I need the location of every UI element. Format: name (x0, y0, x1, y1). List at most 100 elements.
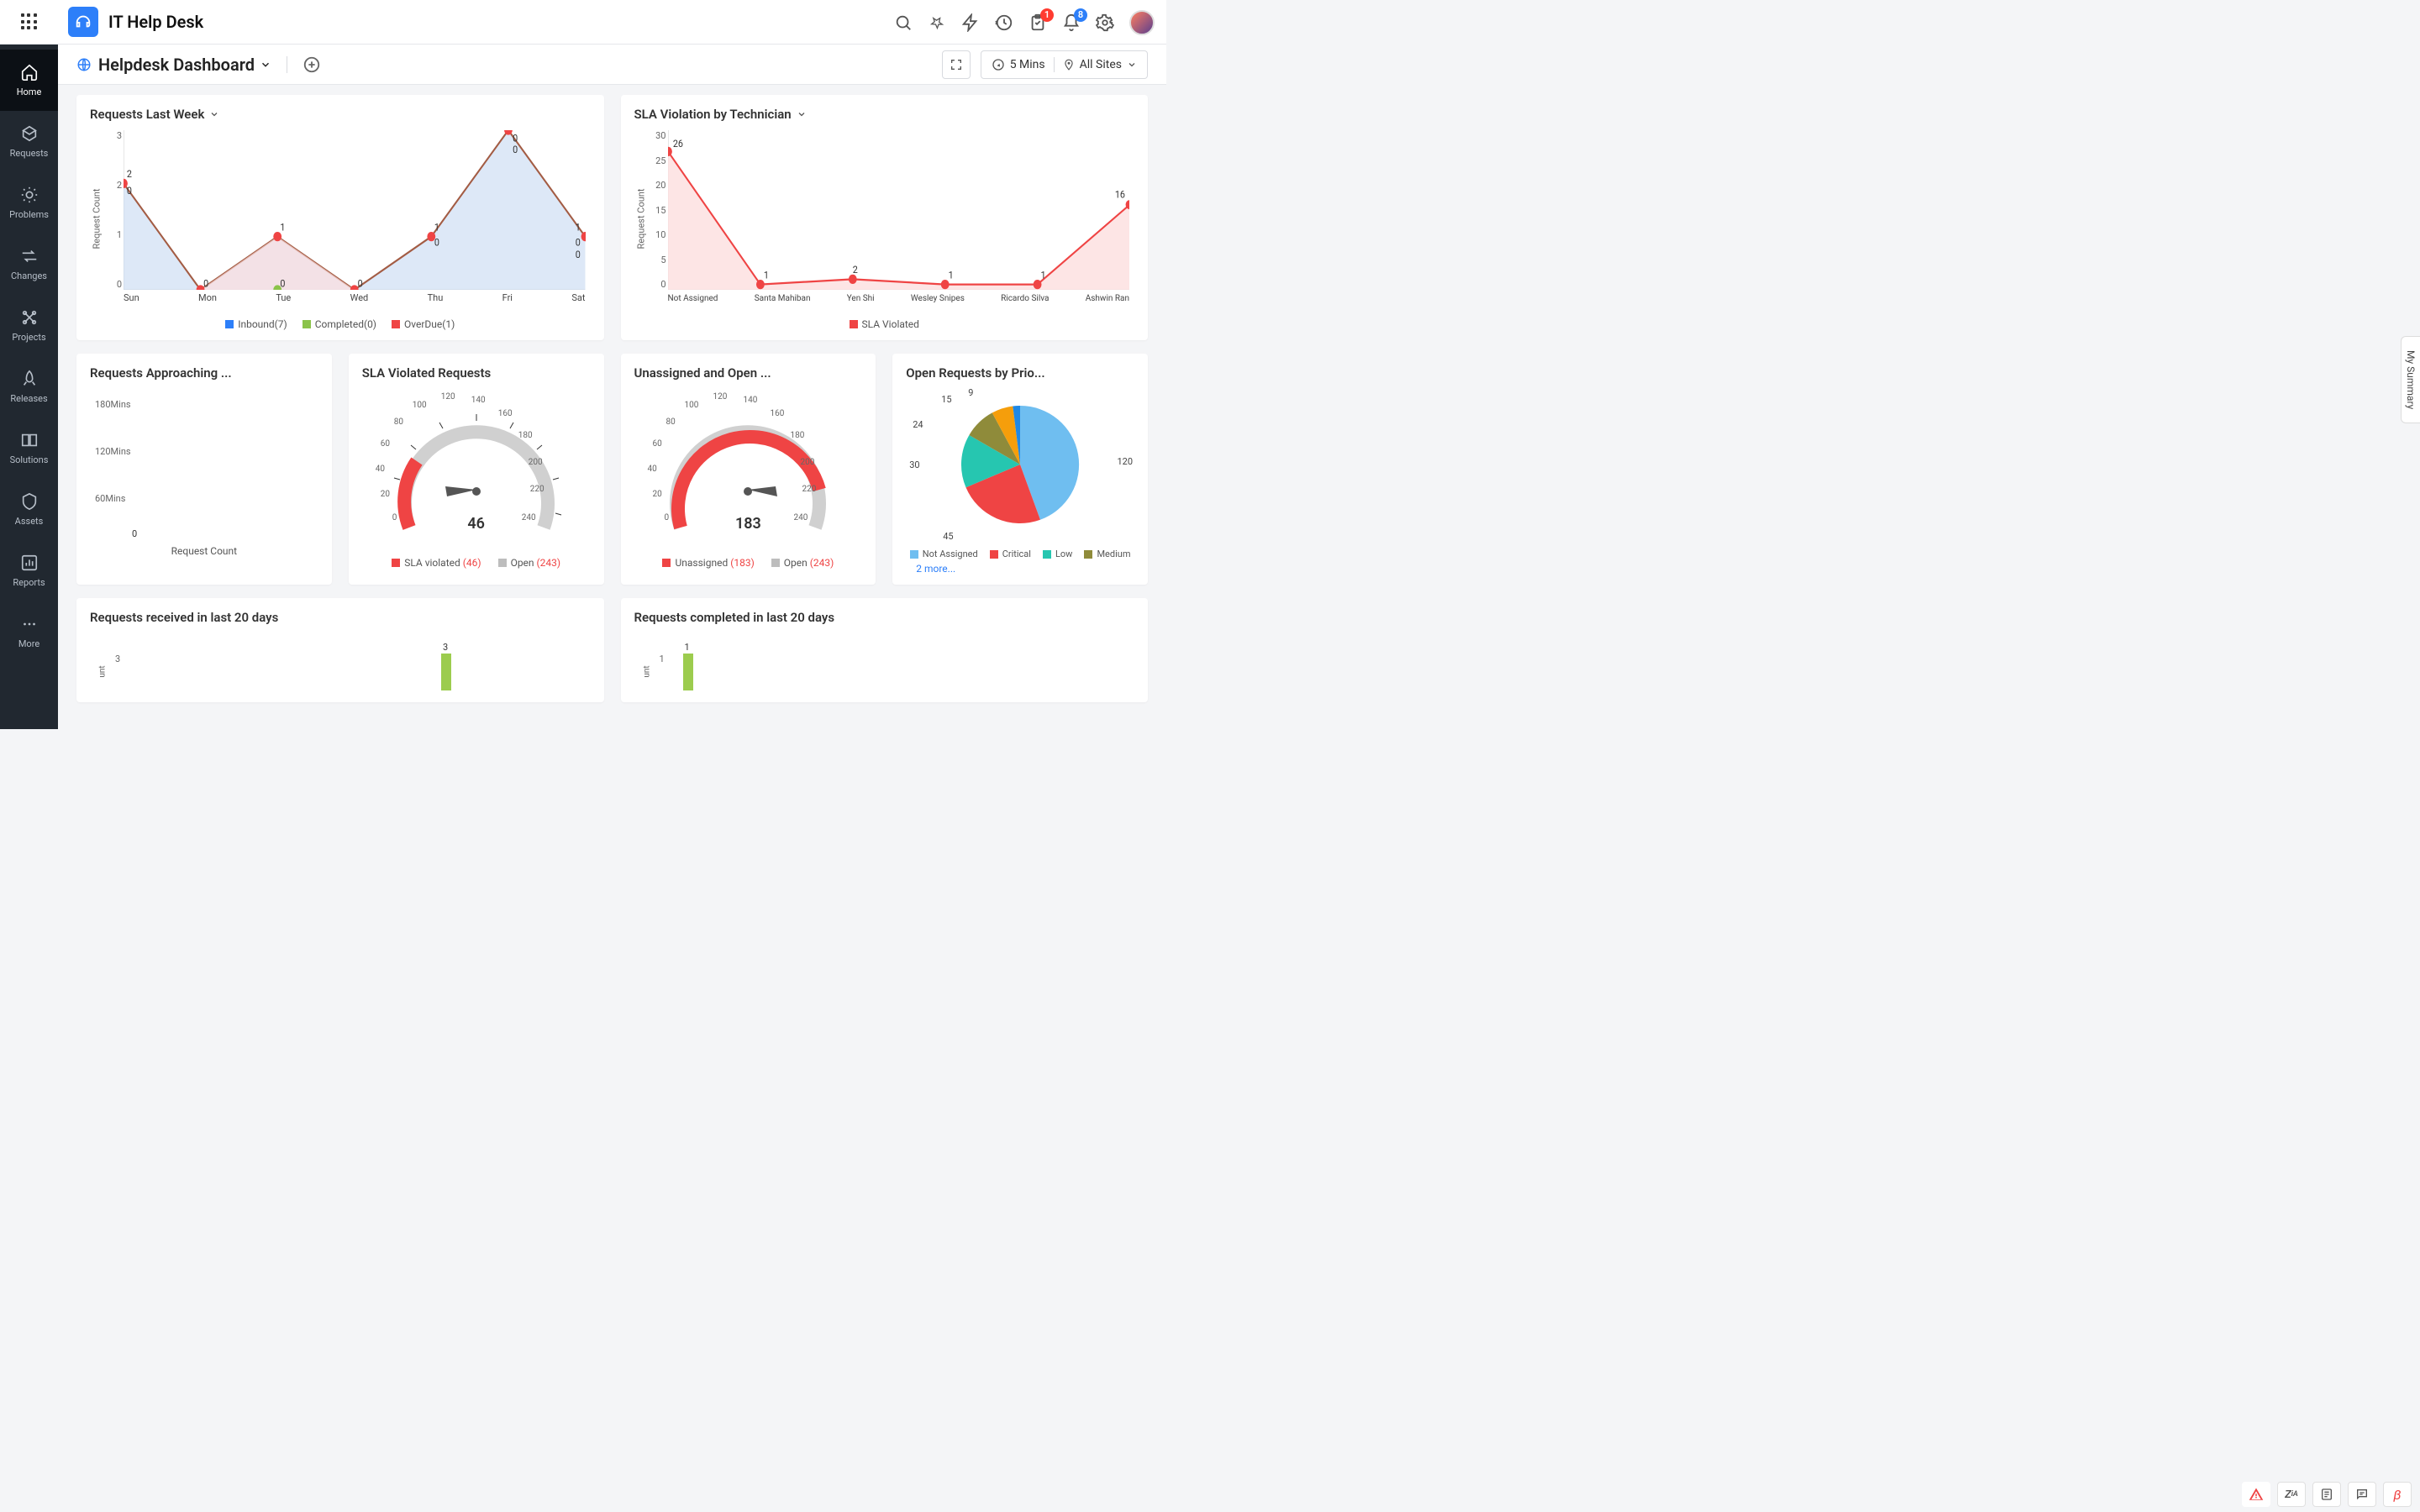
sidenav: Home Requests Problems Changes Projects … (0, 45, 58, 729)
svg-text:0: 0 (127, 184, 132, 197)
app-title: IT Help Desk (108, 12, 203, 32)
y-axis-label: Request Count (635, 188, 646, 249)
card-title: Unassigned and Open ... (634, 365, 863, 381)
y-ticks: 3210 (108, 130, 122, 290)
gauge-sla: 020406080100120140160180200220240 46 (362, 381, 591, 557)
sidebar-label-releases: Releases (10, 393, 47, 404)
sidebar-item-home[interactable]: Home (0, 50, 58, 111)
chart-approaching: 180Mins 120Mins 60Mins 0 Request Count (90, 381, 318, 557)
sidebar-item-reports[interactable]: Reports (0, 540, 58, 601)
card-title-selector[interactable]: Requests Last Week (90, 107, 591, 122)
chevron-down-icon (797, 109, 807, 119)
divider (1054, 57, 1055, 72)
fullscreen-button[interactable] (942, 50, 971, 79)
search-icon[interactable] (894, 13, 913, 32)
card-title: Open Requests by Prio... (906, 365, 1134, 381)
notes-icon[interactable] (2312, 1482, 2341, 1507)
card-unassigned-gauge: Unassigned and Open ... 0204060801001201… (621, 354, 876, 585)
chevron-down-icon (209, 109, 219, 119)
alert-icon[interactable] (2242, 1482, 2270, 1507)
gauge-legend: SLA violated (46) Open (243) (362, 557, 591, 569)
clipboard-badge: 1 (1040, 8, 1054, 22)
sidebar-label-changes: Changes (11, 270, 47, 281)
sidebar-label-solutions: Solutions (10, 454, 49, 465)
y-axis-label: Request Count (92, 188, 103, 249)
svg-text:0: 0 (576, 248, 581, 260)
globe-icon (76, 57, 92, 72)
chevron-down-icon (260, 59, 271, 71)
pin-icon[interactable] (928, 13, 946, 32)
svg-text:1: 1 (434, 221, 439, 234)
card-title: Requests Approaching ... (90, 365, 318, 381)
sidebar-label-problems: Problems (9, 209, 49, 220)
card-completed-20d: Requests completed in last 20 days 1 1 u… (621, 598, 1149, 702)
sidebar-item-projects[interactable]: Projects (0, 295, 58, 356)
sidebar-item-requests[interactable]: Requests (0, 111, 58, 172)
avatar[interactable] (1129, 10, 1155, 35)
card-title-selector[interactable]: SLA Violation by Technician (634, 107, 1135, 122)
bell-badge: 8 (1074, 8, 1087, 22)
chat-icon[interactable] (2348, 1482, 2376, 1507)
sidebar-item-solutions[interactable]: Solutions (0, 417, 58, 479)
pie-legend-more[interactable]: 2 more... (906, 563, 1134, 575)
sidebar-item-changes[interactable]: Changes (0, 234, 58, 295)
refresh-interval[interactable]: 5 Mins (992, 58, 1045, 71)
app-grid-icon (21, 13, 38, 30)
svg-text:0: 0 (203, 277, 208, 290)
sidebar-label-requests: Requests (10, 148, 49, 159)
sidebar-item-assets[interactable]: Assets (0, 479, 58, 540)
dashboard-title-selector[interactable]: Helpdesk Dashboard (98, 55, 271, 75)
gauge-legend: Unassigned (183) Open (243) (634, 557, 863, 569)
beta-icon[interactable]: β (2383, 1482, 2412, 1507)
sidebar-label-more: More (18, 638, 39, 649)
pie-chart: 120 45 30 24 15 9 (906, 381, 1134, 549)
chart-requests-last-week: Request Count 3210 20 0 10 0 10 300 (90, 122, 591, 315)
y-ticks: 302520151050 (653, 130, 666, 290)
history-icon[interactable] (995, 13, 1013, 32)
card-sla-violation: SLA Violation by Technician Request Coun… (621, 95, 1149, 340)
chart-sla-violation: Request Count 302520151050 26121116 Not … (634, 122, 1135, 315)
add-dashboard-button[interactable] (302, 55, 321, 74)
sidebar-item-problems[interactable]: Problems (0, 172, 58, 234)
svg-text:16: 16 (1114, 188, 1124, 201)
svg-text:2: 2 (852, 263, 858, 276)
bolt-icon[interactable] (961, 13, 980, 32)
dashboard-title: Helpdesk Dashboard (98, 55, 255, 75)
zia-icon[interactable]: ZiA (2277, 1482, 2306, 1507)
card-requests-last-week: Requests Last Week Request Count 3210 20… (76, 95, 604, 340)
sidebar-item-more[interactable]: More (0, 601, 58, 663)
filter-group: 5 Mins All Sites (981, 50, 1148, 79)
dashboard-header: Helpdesk Dashboard 5 Mins All Sites (58, 45, 1166, 85)
svg-text:0: 0 (434, 236, 439, 249)
sidebar-item-releases[interactable]: Releases (0, 356, 58, 417)
svg-text:26: 26 (672, 137, 682, 150)
gear-icon[interactable] (1096, 13, 1114, 32)
svg-text:0: 0 (576, 236, 581, 249)
sidebar-label-projects: Projects (12, 332, 45, 343)
chart-legend: SLA Violated (634, 318, 1135, 330)
chart-received: 3 3 unt (90, 642, 591, 692)
topbar: IT Help Desk 1 8 (0, 0, 1166, 45)
card-title: Requests received in last 20 days (90, 610, 591, 625)
svg-text:0: 0 (280, 277, 285, 290)
gauge-value: 46 (467, 515, 485, 533)
chart-legend: Inbound(7) Completed(0) OverDue(1) (90, 318, 591, 330)
card-open-by-priority: Open Requests by Prio... 120 45 30 24 (892, 354, 1148, 585)
site-filter[interactable]: All Sites (1063, 58, 1137, 71)
pie-legend: Not Assigned Critical Low Medium (906, 549, 1134, 559)
x-axis: SunMonTueWedThuFriSat (124, 292, 586, 303)
app-launcher[interactable] (0, 0, 58, 45)
clipboard-icon[interactable]: 1 (1028, 13, 1047, 32)
chart-completed: 1 1 unt (634, 642, 1135, 692)
gauge-unassigned: 020406080100120140160180200220240 183 (634, 381, 863, 557)
card-sla-violated-gauge: SLA Violated Requests 020406080100120140… (349, 354, 604, 585)
svg-text:1: 1 (763, 269, 768, 281)
svg-text:1: 1 (948, 269, 953, 281)
my-summary-tab[interactable]: My Summary (2401, 336, 2420, 423)
svg-text:0: 0 (358, 277, 363, 290)
topbar-actions: 1 8 (894, 0, 1155, 45)
card-title: Requests completed in last 20 days (634, 610, 1135, 625)
refresh-icon (992, 58, 1005, 71)
bell-icon[interactable]: 8 (1062, 13, 1081, 32)
sidebar-label-reports: Reports (13, 577, 45, 588)
